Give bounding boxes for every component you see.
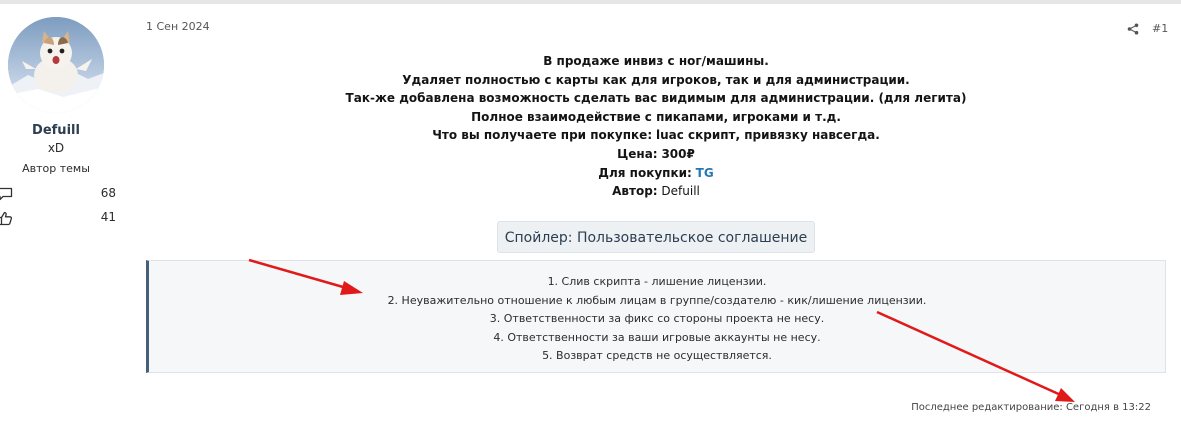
contact-line: Для покупки: TG	[598, 165, 714, 180]
reactions-count-row: 41	[0, 209, 118, 227]
agreement-item: 2. Неуважительно отношение к любым лицам…	[387, 293, 927, 307]
author-role-badge: Автор темы	[22, 162, 90, 175]
spoiler-content: 1. Слив скрипта - лишение лицензии. 2. Н…	[146, 260, 1166, 373]
agreement-item: 1. Слив скрипта - лишение лицензии.	[547, 275, 767, 288]
post-body: В продаже инвиз с ног/машины. Удаляет по…	[146, 52, 1166, 201]
post-line: В продаже инвиз с ног/машины.	[543, 54, 769, 68]
spoiler-toggle-button[interactable]: Спойлер: Пользовательское соглашение	[497, 221, 815, 253]
thumbs-up-icon	[0, 211, 13, 226]
reactions-count: 41	[100, 210, 116, 224]
agreement-item: 3. Ответственности за фикс со стороны пр…	[489, 312, 825, 326]
post-line: Удаляет полностью с карты как для игроко…	[402, 72, 910, 87]
agreement-item: 4. Ответственности за ваши игровые аккау…	[493, 330, 821, 344]
avatar[interactable]	[8, 17, 104, 113]
price-line: Цена: 300₽	[617, 146, 695, 161]
share-icon[interactable]	[1127, 23, 1139, 35]
post-line: Полное взаимодействие с пикапами, игрока…	[471, 109, 841, 124]
tg-link[interactable]: TG	[696, 166, 714, 180]
post-number-link[interactable]: #1	[1152, 22, 1168, 35]
post-date[interactable]: 1 Сен 2024	[146, 20, 210, 33]
purchase-line: Что вы получаете при покупке: luac скрип…	[432, 128, 880, 143]
top-divider	[0, 0, 1181, 4]
author-title: xD	[47, 141, 65, 155]
author-name[interactable]: Defuill	[0, 123, 112, 138]
messages-count-row: 68	[0, 185, 118, 203]
comment-icon	[0, 187, 13, 201]
last-edited-note: Последнее редактирование: Сегодня в 13:2…	[911, 402, 1151, 413]
post-line: Так-же добавлена возможность сделать вас…	[345, 91, 967, 106]
cat-avatar-image	[8, 17, 104, 113]
messages-count: 68	[100, 186, 116, 200]
agreement-item: 5. Возврат средств не осуществляется.	[542, 349, 772, 363]
post-author-line: Автор: Defuill	[612, 184, 700, 199]
